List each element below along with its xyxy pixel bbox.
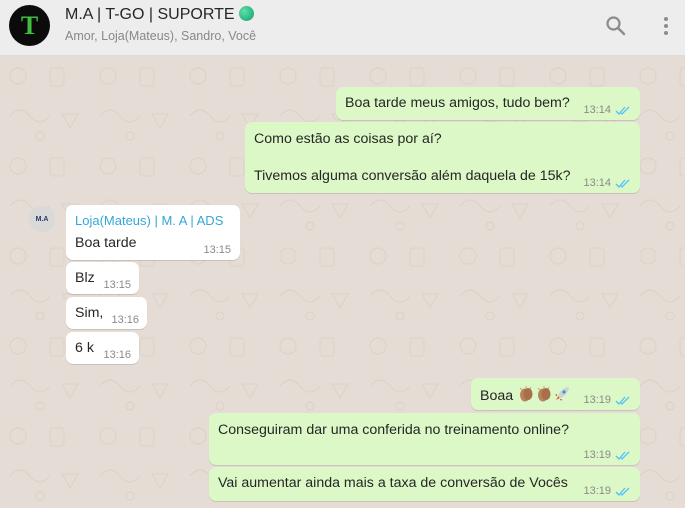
message-meta: 13:14 <box>583 177 631 189</box>
message-meta: 13:14 <box>583 104 631 116</box>
message-bubble-incoming[interactable]: Loja(Mateus) | M. A | ADS Boa tarde 13:1… <box>66 205 240 260</box>
message-bubble-incoming[interactable]: 6 k 13:16 <box>66 332 139 364</box>
double-check-icon <box>615 487 630 496</box>
message-time: 13:14 <box>583 104 611 116</box>
message-bubble-outgoing[interactable]: Como estão as coisas por aí? Tivemos alg… <box>245 122 640 193</box>
green-circle-emoji-icon <box>238 6 254 21</box>
message-text-word: Boaa <box>480 388 514 404</box>
message-time: 13:19 <box>583 449 611 461</box>
group-participants: Amor, Loja(Mateus), Sandro, Você <box>65 29 257 43</box>
message-time: 13:16 <box>103 349 131 361</box>
sender-name[interactable]: Loja(Mateus) | M. A | ADS <box>75 213 223 228</box>
message-meta: 13:19 <box>583 485 631 497</box>
message-text: Conseguiram dar uma conferida no treinam… <box>218 422 569 438</box>
message-meta: 13:15 <box>103 279 131 291</box>
menu-icon[interactable] <box>654 14 678 38</box>
group-title-text: M.A | T-GO | SUPORTE <box>65 6 235 23</box>
message-time: 13:14 <box>583 177 611 189</box>
rocket-emoji-icon <box>555 387 570 401</box>
message-text-line-2: Tivemos alguma conversão além daquela de… <box>254 168 571 184</box>
message-meta: 13:19 <box>583 394 631 406</box>
message-meta: 13:19 <box>583 449 631 461</box>
message-text: Vai aumentar ainda mais a taxa de conver… <box>218 475 568 491</box>
message-time: 13:15 <box>103 279 131 291</box>
clapping-hands-emoji-icon <box>519 386 533 402</box>
clapping-hands-emoji-icon <box>537 386 551 402</box>
message-time: 13:15 <box>203 244 231 256</box>
message-meta: 13:15 <box>203 244 231 256</box>
sender-avatar[interactable]: M.A <box>29 206 55 232</box>
message-bubble-incoming[interactable]: Blz 13:15 <box>66 262 139 294</box>
message-text: Sim, <box>75 305 104 321</box>
message-time: 13:19 <box>583 485 611 497</box>
message-text: Boa tarde meus amigos, tudo bem? <box>345 95 570 111</box>
message-bubble-outgoing[interactable]: Conseguiram dar uma conferida no treinam… <box>209 413 640 465</box>
group-avatar-logo: T <box>20 10 39 40</box>
message-meta: 13:16 <box>111 314 139 326</box>
double-check-icon <box>615 179 630 188</box>
message-meta: 13:16 <box>103 349 131 361</box>
message-bubble-outgoing[interactable]: Vai aumentar ainda mais a taxa de conver… <box>209 467 640 501</box>
message-text: Boa tarde <box>75 235 137 251</box>
message-text-line-1: Como estão as coisas por aí? <box>254 131 442 147</box>
message-bubble-outgoing[interactable]: Boa tarde meus amigos, tudo bem? 13:14 <box>336 87 640 120</box>
message-text: Blz <box>75 270 95 286</box>
message-bubble-incoming[interactable]: Sim, 13:16 <box>66 297 147 329</box>
group-avatar[interactable]: T <box>9 5 50 46</box>
message-text: 6 k <box>75 340 94 356</box>
sender-avatar-text: M.A <box>35 215 49 223</box>
message-time: 13:16 <box>111 314 139 326</box>
message-text: Boaa <box>480 385 571 404</box>
double-check-icon <box>615 396 630 405</box>
message-time: 13:19 <box>583 394 611 406</box>
chat-header: T M.A | T-GO | SUPORTE Amor, Loja(Mateus… <box>0 0 685 56</box>
double-check-icon <box>615 451 630 460</box>
double-check-icon <box>615 106 630 115</box>
message-bubble-outgoing[interactable]: Boaa 13:19 <box>471 378 640 410</box>
group-title[interactable]: M.A | T-GO | SUPORTE <box>65 6 254 24</box>
search-icon[interactable] <box>604 14 628 38</box>
